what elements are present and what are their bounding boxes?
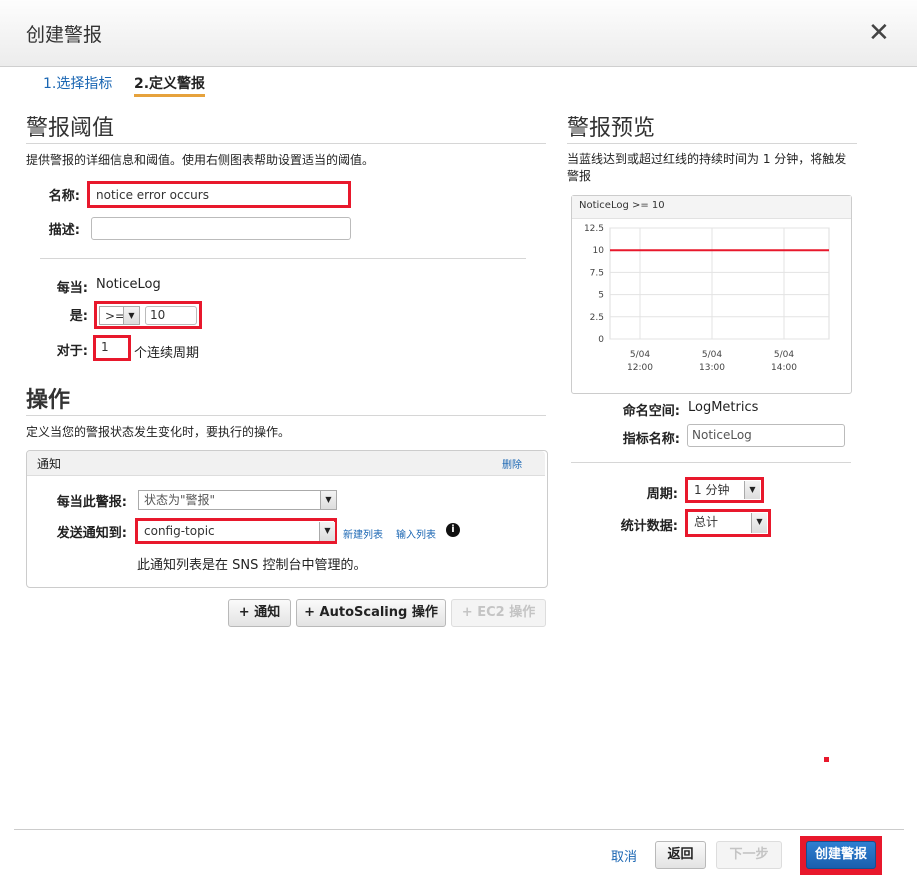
- panel-title: 通知: [37, 457, 62, 471]
- period-value: 1 分钟: [694, 483, 730, 497]
- topic-value: config-topic: [144, 524, 215, 538]
- y-tick-label: 0: [598, 335, 604, 345]
- x-tick-label: 5/04: [630, 350, 650, 360]
- notification-panel: 通知 删除 每当此警报: 状态为"警报" ▼ 发送通知到: config-top…: [26, 450, 548, 588]
- create-alarm-button[interactable]: 创建警报: [806, 841, 876, 869]
- y-tick-label: 12.5: [584, 224, 604, 234]
- period-label: 周期:: [646, 487, 678, 502]
- description-input[interactable]: [91, 217, 351, 240]
- y-tick-label: 7.5: [590, 268, 604, 278]
- x-tick-label: 5/04: [702, 350, 722, 360]
- chevron-down-icon: ▼: [744, 481, 760, 499]
- preview-description: 当蓝线达到或超过红线的持续时间为 1 分钟，将触发警报: [567, 152, 847, 183]
- chart-title: NoticeLog >= 10: [579, 200, 665, 211]
- metric-name-text: NoticeLog: [96, 277, 161, 292]
- chevron-down-icon: ▼: [123, 307, 139, 324]
- next-button[interactable]: 下一步: [716, 841, 782, 869]
- description-label: 描述:: [48, 223, 80, 238]
- statistic-select[interactable]: 总计 ▼: [689, 513, 767, 533]
- delete-link[interactable]: 删除: [502, 456, 522, 471]
- namespace-value: LogMetrics: [688, 400, 759, 415]
- metric-name-input[interactable]: NoticeLog: [687, 424, 845, 447]
- whenever-label: 每当:: [56, 281, 88, 296]
- x-tick-label: 5/04: [774, 350, 794, 360]
- cancel-link[interactable]: 取消: [611, 846, 637, 865]
- y-tick-label: 5: [598, 291, 604, 301]
- threshold-input[interactable]: 10: [145, 306, 197, 325]
- chevron-down-icon: ▼: [751, 513, 767, 533]
- for-label: 对于:: [56, 344, 88, 359]
- chevron-down-icon: ▼: [320, 491, 336, 509]
- whenever-alarm-label: 每当此警报:: [56, 495, 127, 510]
- footer-divider: [14, 829, 904, 830]
- back-button[interactable]: 返回: [655, 841, 706, 869]
- operator-select[interactable]: >= ▼: [99, 306, 140, 325]
- namespace-label: 命名空间:: [622, 404, 680, 419]
- new-list-link[interactable]: 新建列表: [343, 526, 383, 541]
- x-tick-label: 12:00: [627, 363, 653, 373]
- divider: [567, 143, 857, 144]
- tab-select-metric[interactable]: 1.选择指标: [43, 73, 112, 93]
- marker-dot: [824, 757, 829, 762]
- x-tick-label: 14:00: [771, 363, 797, 373]
- name-input[interactable]: notice error occurs: [92, 185, 346, 205]
- add-autoscaling-button[interactable]: + AutoScaling 操作: [296, 599, 446, 627]
- threshold-description: 提供警报的详细信息和阈值。使用右侧图表帮助设置适当的阈值。: [26, 153, 375, 167]
- divider: [26, 415, 546, 416]
- alarm-preview-chart: NoticeLog >= 10 12.5 10 7.5 5 2.5 0 5/04 12:00 5…: [571, 195, 852, 394]
- alarm-state-value: 状态为"警报": [144, 493, 216, 507]
- actions-description: 定义当您的警报状态发生变化时，要执行的操作。: [26, 425, 291, 439]
- chevron-down-icon: ▼: [319, 522, 335, 541]
- chart-plot: 12.5 10 7.5 5 2.5 0 5/04 12:00 5/04 13:00 5/04 14:0…: [584, 224, 830, 373]
- actions-heading: 操作: [26, 388, 71, 413]
- dialog-header: [0, 0, 917, 67]
- period-select[interactable]: 1 分钟 ▼: [689, 481, 760, 499]
- statistic-value: 总计: [694, 515, 719, 529]
- enter-list-link[interactable]: 输入列表: [396, 526, 436, 541]
- periods-suffix: 个连续周期: [134, 346, 200, 361]
- x-tick-label: 13:00: [699, 363, 725, 373]
- y-tick-label: 10: [593, 246, 605, 256]
- topic-select[interactable]: config-topic ▼: [139, 522, 335, 541]
- close-icon[interactable]: ✕: [868, 18, 890, 48]
- preview-heading: 警报预览: [567, 116, 656, 141]
- info-icon[interactable]: i: [446, 523, 460, 537]
- tab-define-alarm[interactable]: 2.定义警报: [134, 73, 206, 97]
- y-tick-label: 2.5: [590, 313, 604, 323]
- add-ec2-button[interactable]: + EC2 操作: [451, 599, 546, 627]
- send-to-label: 发送通知到:: [56, 526, 127, 541]
- divider: [571, 462, 851, 463]
- panel-header: [27, 451, 545, 476]
- is-label: 是:: [69, 309, 88, 324]
- sns-note: 此通知列表是在 SNS 控制台中管理的。: [137, 558, 367, 573]
- periods-input[interactable]: 1: [97, 339, 127, 357]
- plot-frame: [609, 227, 830, 340]
- add-notification-button[interactable]: + 通知: [228, 599, 291, 627]
- divider: [40, 258, 526, 259]
- metric-name-label: 指标名称:: [622, 432, 680, 447]
- dialog-title: 创建警报: [26, 24, 103, 46]
- name-label: 名称:: [48, 189, 80, 204]
- threshold-heading: 警报阈值: [26, 116, 115, 141]
- statistic-label: 统计数据:: [620, 519, 678, 534]
- alarm-state-select[interactable]: 状态为"警报" ▼: [138, 490, 337, 510]
- divider: [26, 143, 546, 144]
